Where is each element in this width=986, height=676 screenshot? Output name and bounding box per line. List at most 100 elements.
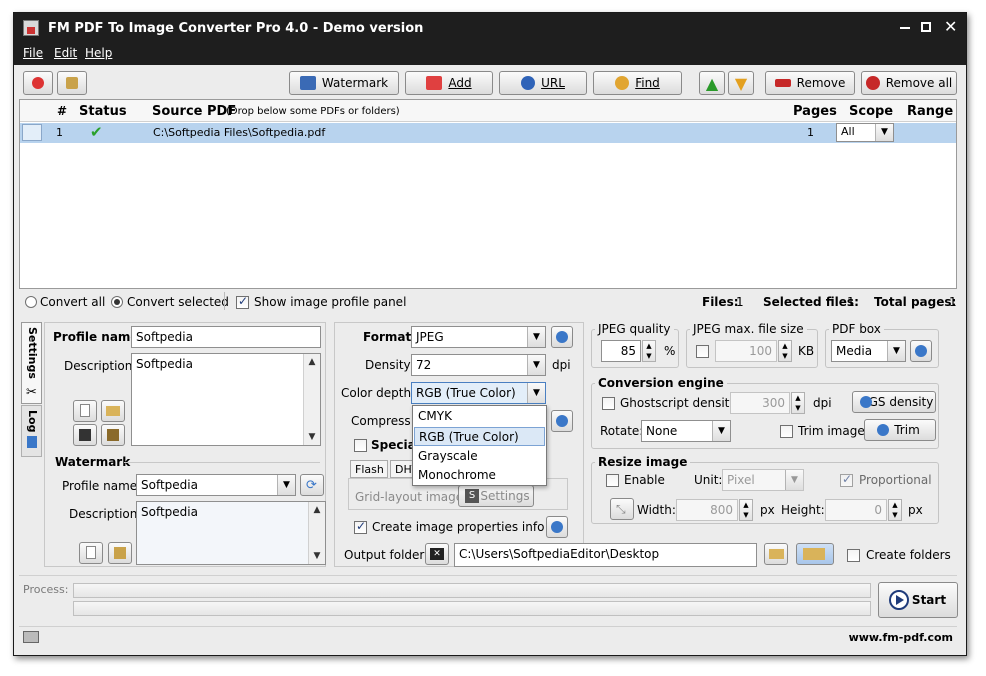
color-option-rgb[interactable]: RGB (True Color) bbox=[414, 427, 545, 446]
new-profile-button[interactable] bbox=[73, 400, 97, 422]
tab-settings[interactable]: Settings ✂ bbox=[21, 322, 42, 404]
scroll-up-icon[interactable]: ▲ bbox=[304, 354, 320, 370]
convert-selected-radio[interactable] bbox=[111, 296, 123, 308]
selected-label: Selected files: bbox=[763, 295, 859, 309]
ghostscript-density-input[interactable]: 300 bbox=[730, 392, 790, 414]
table-row[interactable]: 1 ✔ C:\Softpedia Files\Softpedia.pdf 1 A… bbox=[20, 123, 956, 143]
title-bar: FM PDF To Image Converter Pro 4.0 - Demo… bbox=[14, 13, 966, 43]
save-profile-button[interactable] bbox=[73, 424, 97, 446]
resize-enable-checkbox[interactable] bbox=[606, 474, 619, 487]
create-info-checkbox[interactable] bbox=[354, 519, 367, 534]
unit-select[interactable]: Pixel ▼ bbox=[722, 469, 804, 491]
show-profile-checkbox[interactable] bbox=[236, 294, 249, 309]
watermark-profile-select[interactable]: Softpedia ▼ bbox=[136, 474, 296, 496]
add-button[interactable]: Add bbox=[405, 71, 493, 95]
tab-dht[interactable]: DHT bbox=[390, 460, 414, 478]
trim-image-checkbox[interactable] bbox=[780, 425, 793, 438]
grid-settings-button[interactable]: S Settings bbox=[458, 485, 534, 507]
refresh-watermark-button[interactable]: ⟳ bbox=[300, 474, 324, 496]
jpeg-max-input[interactable]: 100 bbox=[715, 340, 777, 362]
quality-spinner[interactable]: ▲ ▼ bbox=[642, 340, 656, 362]
profile-description-input[interactable]: Softpedia ▲ ▼ bbox=[131, 353, 321, 446]
width-input[interactable]: 800 bbox=[676, 499, 738, 521]
col-pages: Pages bbox=[793, 104, 837, 119]
unlock-button[interactable] bbox=[57, 71, 87, 95]
special-checkbox[interactable] bbox=[354, 439, 367, 452]
tools-icon: ✂ bbox=[26, 385, 37, 400]
profile-description-label: Description: bbox=[64, 359, 137, 373]
gs-spinner[interactable]: ▲ ▼ bbox=[791, 392, 805, 414]
scrollbar[interactable]: ▲ ▼ bbox=[308, 502, 325, 564]
tab-flash[interactable]: Flash bbox=[350, 460, 388, 478]
resize-icon: ⤡ bbox=[616, 502, 626, 516]
convert-selected-label: Convert selected bbox=[127, 295, 229, 309]
find-label: Find bbox=[635, 76, 660, 90]
create-folders-checkbox[interactable] bbox=[847, 549, 860, 562]
density-select[interactable]: 72 ▼ bbox=[411, 354, 546, 376]
trim-button[interactable]: Trim bbox=[864, 419, 936, 441]
density-unit: dpi bbox=[552, 358, 571, 372]
find-button[interactable]: Find bbox=[593, 71, 682, 95]
menu-help[interactable]: Help bbox=[85, 46, 112, 60]
scrollbar[interactable]: ▲ ▼ bbox=[303, 354, 320, 445]
rotate-select[interactable]: None ▼ bbox=[641, 420, 731, 442]
minimize-icon[interactable] bbox=[900, 27, 910, 29]
open-profile-button[interactable] bbox=[101, 400, 125, 422]
scroll-up-icon[interactable]: ▲ bbox=[309, 502, 325, 518]
scope-select[interactable]: All ▼ bbox=[836, 123, 894, 142]
scroll-down-icon[interactable]: ▼ bbox=[309, 548, 325, 564]
convert-all-radio[interactable] bbox=[25, 296, 37, 308]
gs-density-button[interactable]: GS density bbox=[852, 391, 936, 413]
open-folder-button[interactable] bbox=[796, 543, 834, 565]
browse-folder-button[interactable] bbox=[764, 543, 788, 565]
output-folder-label: Output folder: bbox=[344, 548, 429, 562]
watermark-description-input[interactable]: Softpedia ▲ ▼ bbox=[136, 501, 326, 565]
status-icon bbox=[23, 631, 39, 643]
max-size-spinner[interactable]: ▲ ▼ bbox=[778, 340, 792, 362]
menu-edit[interactable]: Edit bbox=[54, 46, 77, 60]
pdf-box-select[interactable]: Media ▼ bbox=[831, 340, 906, 362]
proportional-checkbox[interactable] bbox=[840, 472, 853, 487]
watermark-button[interactable]: Watermark bbox=[289, 71, 399, 95]
url-button[interactable]: URL bbox=[499, 71, 587, 95]
move-down-button[interactable]: ▼ bbox=[728, 71, 754, 95]
create-info-button[interactable] bbox=[546, 516, 568, 538]
tab-log[interactable]: Log bbox=[21, 405, 42, 457]
edit-profile-button[interactable] bbox=[101, 424, 125, 446]
menu-file[interactable]: File bbox=[23, 46, 43, 60]
remove-label: Remove bbox=[796, 76, 846, 90]
remove-button[interactable]: Remove bbox=[765, 71, 855, 95]
jpeg-max-checkbox[interactable] bbox=[696, 345, 709, 358]
edit-watermark-button[interactable] bbox=[108, 542, 132, 564]
jpeg-quality-input[interactable]: 85 bbox=[601, 340, 641, 362]
height-spinner[interactable]: ▲ ▼ bbox=[888, 499, 902, 521]
ghostscript-checkbox[interactable] bbox=[602, 397, 615, 410]
output-folder-input[interactable]: C:\Users\SoftpediaEditor\Desktop bbox=[454, 543, 757, 567]
scroll-down-icon[interactable]: ▼ bbox=[304, 429, 320, 445]
col-status: Status bbox=[79, 104, 127, 119]
move-up-button[interactable]: ▲ bbox=[699, 71, 725, 95]
format-info-button[interactable] bbox=[551, 326, 573, 348]
save-icon bbox=[79, 429, 91, 441]
clear-output-button[interactable]: ✕ bbox=[425, 543, 449, 565]
new-watermark-button[interactable] bbox=[79, 542, 103, 564]
height-input[interactable]: 0 bbox=[825, 499, 887, 521]
pdf-box-info-button[interactable] bbox=[910, 340, 932, 362]
resize-tool-button[interactable]: ⤡ bbox=[610, 498, 634, 520]
close-icon[interactable]: ✕ bbox=[944, 17, 957, 36]
color-option-monochrome[interactable]: Monochrome bbox=[414, 466, 545, 485]
remove-all-button[interactable]: Remove all bbox=[861, 71, 957, 95]
color-option-cmyk[interactable]: CMYK bbox=[414, 407, 545, 426]
format-select[interactable]: JPEG ▼ bbox=[411, 326, 546, 348]
info-icon bbox=[877, 424, 889, 436]
profile-name-input[interactable]: Softpedia bbox=[131, 326, 321, 348]
color-depth-select[interactable]: RGB (True Color) ▼ bbox=[411, 382, 546, 404]
maximize-icon[interactable] bbox=[921, 22, 931, 32]
color-option-grayscale[interactable]: Grayscale bbox=[414, 447, 545, 466]
width-spinner[interactable]: ▲ ▼ bbox=[739, 499, 753, 521]
website-link[interactable]: www.fm-pdf.com bbox=[849, 631, 953, 644]
compress-info-button[interactable] bbox=[551, 410, 573, 432]
profile-settings-button[interactable] bbox=[23, 71, 53, 95]
start-button[interactable]: Start bbox=[878, 582, 958, 618]
preview-icon[interactable] bbox=[22, 124, 42, 141]
